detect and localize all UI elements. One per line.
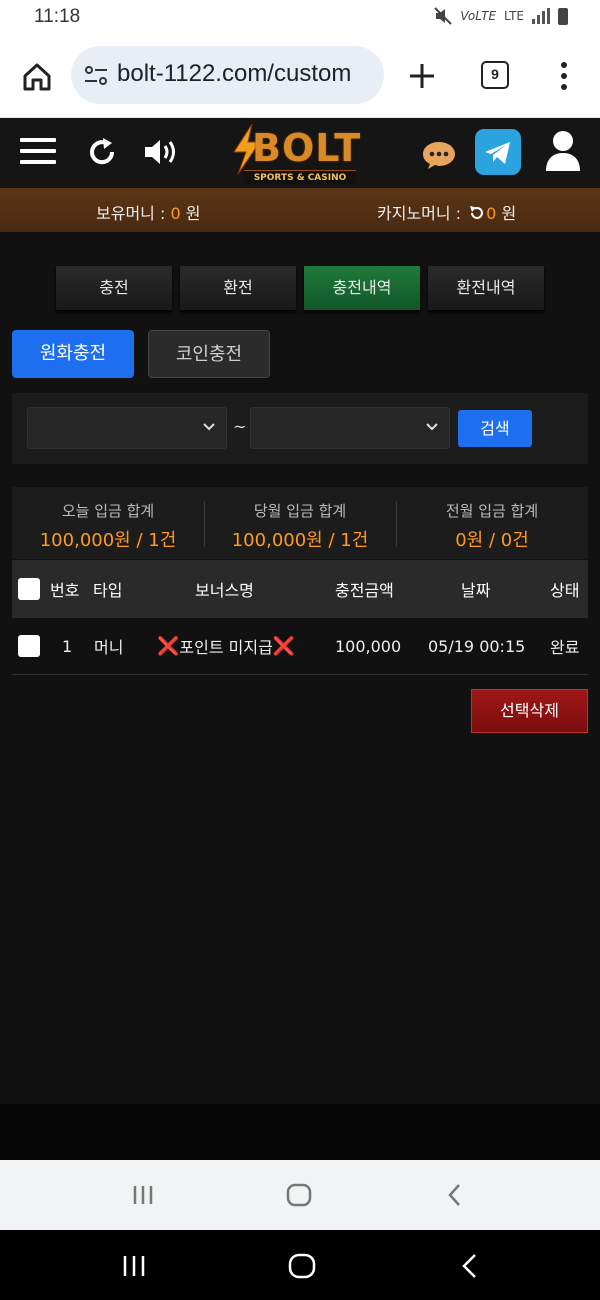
footer-band	[0, 1104, 600, 1160]
user-icon[interactable]	[545, 130, 581, 172]
table-row: 1 머니 ❌ 포인트 미지급 ❌ 100,000 05/19 00:15 완료	[12, 618, 588, 675]
chevron-down-icon	[426, 423, 438, 431]
sub-tabs: 원화충전 코인충전	[12, 330, 270, 378]
logo-text: BOLT	[252, 126, 362, 170]
mute-icon	[434, 7, 453, 25]
recent-apps-icon[interactable]	[122, 1254, 146, 1278]
row-amount: 100,000	[335, 636, 402, 656]
plus-icon[interactable]	[406, 60, 438, 92]
summary-label: 전월 입금 합계	[445, 502, 539, 520]
tab-deposit-history[interactable]: 충전내역	[304, 266, 420, 310]
battery-icon	[558, 7, 568, 25]
url-text[interactable]: bolt-1122.com/custom	[117, 60, 351, 88]
home-icon[interactable]	[20, 60, 54, 94]
tabs-icon[interactable]: 9	[481, 61, 509, 89]
home-circle-icon[interactable]	[286, 1183, 312, 1207]
speaker-icon[interactable]	[142, 136, 180, 168]
row-checkbox[interactable]	[18, 635, 40, 657]
date-from-select[interactable]	[27, 407, 227, 449]
refresh-icon[interactable]	[86, 136, 118, 168]
summary-value: 100,000원 / 1건	[39, 530, 177, 551]
col-status: 상태	[550, 581, 580, 600]
balance-bar: 보유머니 : 0 원 카지노머니 : 0 원	[0, 188, 600, 232]
casino-unit: 원	[496, 204, 517, 223]
deposit-summary: 오늘 입금 합계 100,000원 / 1건 당월 입금 합계 100,000원…	[12, 487, 588, 559]
summary-label: 당월 입금 합계	[253, 502, 347, 520]
menu-icon[interactable]	[20, 138, 56, 168]
home-circle-icon[interactable]	[288, 1253, 316, 1279]
summary-this-month: 당월 입금 합계 100,000원 / 1건	[204, 487, 396, 559]
browser-nav-bar	[0, 1160, 600, 1230]
status-time: 11:18	[34, 6, 81, 27]
signal-icon	[532, 8, 550, 24]
tab-withdraw[interactable]: 환전	[180, 266, 296, 310]
row-type: 머니	[94, 638, 124, 657]
address-bar[interactable]: bolt-1122.com/custom	[71, 46, 384, 104]
recent-apps-icon[interactable]	[132, 1184, 154, 1206]
more-icon[interactable]	[556, 60, 572, 92]
money-label: 보유머니 :	[96, 204, 171, 223]
tab-coin-deposit[interactable]: 코인충전	[148, 330, 270, 378]
date-separator: ~	[233, 417, 247, 436]
summary-value: 0원 / 0건	[455, 530, 529, 551]
tab-deposit[interactable]: 충전	[56, 266, 172, 310]
row-status: 완료	[550, 638, 580, 657]
summary-label: 오늘 입금 합계	[61, 502, 155, 520]
col-amount: 충전금액	[335, 581, 394, 600]
row-no: 1	[62, 636, 73, 656]
row-bonus-text: 포인트 미지급	[179, 638, 273, 657]
delete-selected-button[interactable]: 선택삭제	[471, 689, 588, 733]
search-button[interactable]: 검색	[458, 410, 532, 447]
casino-balance: 카지노머니 : 0 원	[377, 200, 516, 224]
search-row: ~ 검색	[12, 393, 588, 464]
main-tabs: 충전 환전 충전내역 환전내역	[56, 266, 544, 310]
col-type: 타입	[93, 581, 123, 600]
x-mark-icon: ❌	[272, 635, 296, 657]
col-no: 번호	[50, 581, 80, 600]
back-icon[interactable]	[445, 1183, 465, 1207]
logo-subtitle: SPORTS & CASINO	[244, 170, 356, 184]
tune-icon[interactable]	[83, 65, 109, 87]
volte-label: VoLTE	[460, 9, 497, 23]
browser-toolbar: bolt-1122.com/custom 9	[0, 38, 600, 118]
tab-krw-deposit[interactable]: 원화충전	[12, 330, 134, 378]
telegram-icon[interactable]	[475, 129, 521, 175]
col-bonus: 보너스명	[195, 581, 254, 600]
row-bonus: ❌ 포인트 미지급 ❌	[157, 618, 295, 674]
system-nav-bar	[0, 1230, 600, 1300]
page: 11:18 VoLTE LTE bolt-1122.com/custom 9 B…	[0, 0, 600, 1300]
chat-icon[interactable]	[421, 140, 457, 170]
x-mark-icon: ❌	[157, 635, 180, 657]
back-icon[interactable]	[460, 1253, 480, 1279]
summary-value: 100,000원 / 1건	[231, 530, 369, 551]
select-all-checkbox[interactable]	[18, 578, 40, 600]
table-header: 번호 타입 보너스명 충전금액 날짜 상태	[12, 560, 588, 618]
casino-value: 0	[486, 204, 497, 223]
site-logo[interactable]: BOLT SPORTS & CASINO	[226, 122, 372, 184]
site-header: BOLT SPORTS & CASINO	[0, 118, 600, 188]
summary-today: 오늘 입금 합계 100,000원 / 1건	[12, 487, 204, 559]
date-to-select[interactable]	[250, 407, 450, 449]
row-date: 05/19 00:15	[428, 636, 526, 656]
summary-last-month: 전월 입금 합계 0원 / 0건	[396, 487, 588, 559]
money-value: 0	[170, 204, 181, 223]
status-bar: 11:18 VoLTE LTE	[0, 0, 600, 38]
chevron-down-icon	[203, 423, 215, 431]
col-date: 날짜	[461, 581, 491, 600]
casino-refresh-icon[interactable]	[468, 205, 484, 221]
network-label: LTE	[504, 9, 524, 23]
status-icons: VoLTE LTE	[434, 7, 568, 25]
tab-withdraw-history[interactable]: 환전내역	[428, 266, 544, 310]
money-unit: 원	[180, 204, 201, 223]
casino-label: 카지노머니 :	[377, 204, 467, 223]
money-balance: 보유머니 : 0 원	[96, 200, 200, 224]
